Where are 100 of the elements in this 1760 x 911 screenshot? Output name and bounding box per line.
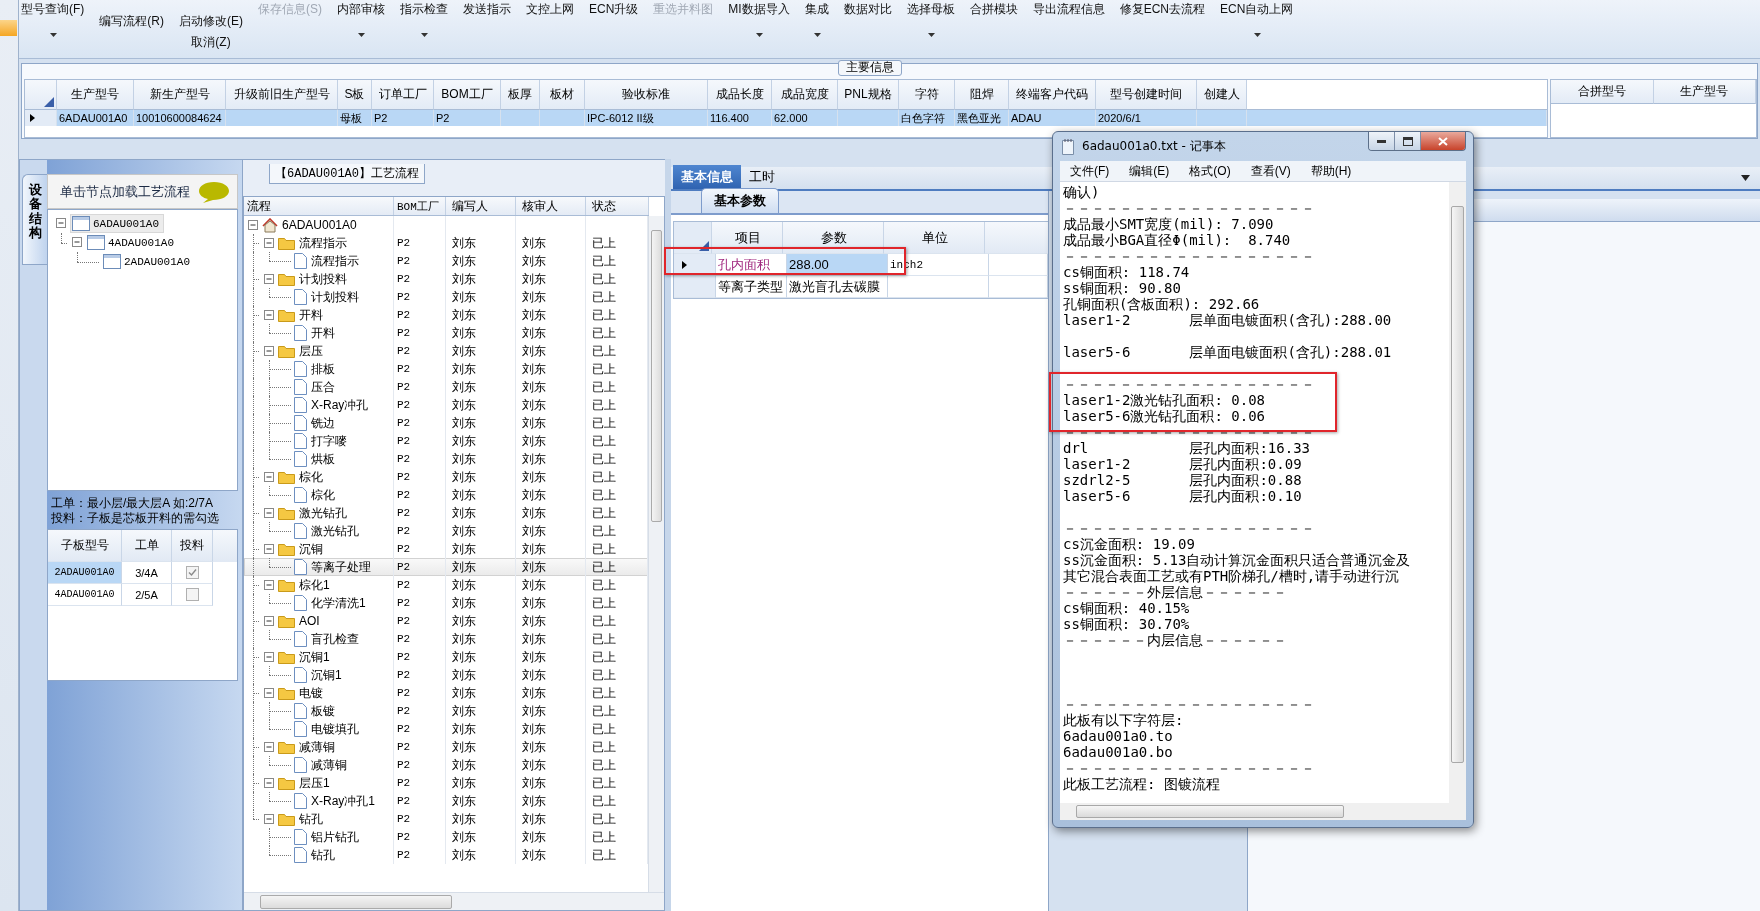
column-header[interactable]: 合拼型号 (1551, 80, 1654, 104)
tree-row[interactable]: 打字嘜 P2 刘东 刘东 已上 (244, 432, 648, 450)
column-header[interactable]: 编写人 (446, 197, 516, 215)
column-header[interactable]: BOM工厂 (394, 197, 446, 215)
tree-row[interactable]: 盲孔检查 P2 刘东 刘东 已上 (244, 630, 648, 648)
column-header[interactable]: 成品长度 (708, 80, 772, 110)
tree-row[interactable]: 电镀填孔 P2 刘东 刘东 已上 (244, 720, 648, 738)
tree-row[interactable]: 开料 P2 刘东 刘东 已上 (244, 324, 648, 342)
collapse-toggle[interactable] (264, 813, 275, 825)
tree-node[interactable]: 4ADAU001A0 (86, 234, 178, 251)
collapse-toggle[interactable] (264, 345, 275, 357)
splitter-handle[interactable] (665, 159, 671, 911)
column-header[interactable]: 项目 (712, 222, 783, 254)
tree-row[interactable]: 棕化 P2 刘东 刘东 已上 (244, 486, 648, 504)
tree-row[interactable]: 层压1 P2 刘东 刘东 已上 (244, 774, 648, 792)
horizontal-scrollbar[interactable] (1060, 803, 1466, 820)
menu-item[interactable]: 编辑(E) (1129, 162, 1170, 180)
column-header[interactable]: 生产型号 (57, 80, 134, 110)
collapse-toggle[interactable] (264, 471, 275, 483)
checkbox[interactable] (185, 588, 199, 601)
tree-node[interactable]: 2ADAU001A0 (102, 253, 194, 270)
menu-item[interactable]: 文件(F) (1070, 162, 1110, 180)
column-header[interactable]: 型号创建时间 (1096, 80, 1197, 110)
table-cell[interactable]: 2ADAU001A0 (48, 562, 122, 584)
tree-row[interactable]: 计划投料 P2 刘东 刘东 已上 (244, 288, 648, 306)
vertical-scrollbar[interactable] (648, 216, 664, 892)
vertical-scrollbar[interactable] (1449, 182, 1466, 803)
tree-row[interactable]: 计划投料 P2 刘东 刘东 已上 (244, 270, 648, 288)
toolbar-button[interactable]: 数据对比 (843, 0, 892, 58)
tree-row[interactable]: 压合 P2 刘东 刘东 已上 (244, 378, 648, 396)
collapse-toggle[interactable] (264, 615, 275, 627)
tree-row[interactable]: 减薄铜 P2 刘东 刘东 已上 (244, 738, 648, 756)
collapse-toggle[interactable] (264, 237, 275, 249)
collapse-toggle[interactable] (264, 579, 275, 591)
column-header[interactable]: 生产型号 (1653, 80, 1756, 104)
minimize-button[interactable] (1369, 132, 1395, 150)
collapse-toggle[interactable] (264, 309, 275, 321)
tree-row[interactable]: 棕化 P2 刘东 刘东 已上 (244, 468, 648, 486)
tree-row[interactable]: 化学清洗1 P2 刘东 刘东 已上 (244, 594, 648, 612)
collapse-toggle[interactable] (264, 687, 275, 699)
column-header[interactable]: 阻焊 (955, 80, 1009, 110)
toolbar-button[interactable]: 集成 (804, 0, 829, 58)
toolbar-button[interactable]: 发送指示 (463, 0, 511, 58)
collapse-toggle[interactable] (72, 237, 83, 248)
table-cell[interactable]: 4ADAU001A0 (48, 584, 122, 606)
column-header[interactable]: 板厚 (501, 80, 540, 110)
tree-row[interactable]: 沉铜1 P2 刘东 刘东 已上 (244, 666, 648, 684)
toolbar-button[interactable]: 文控上网 (526, 0, 574, 58)
column-header[interactable]: 终端客户代码 (1009, 80, 1096, 110)
tree-row[interactable]: 排板 P2 刘东 刘东 已上 (244, 360, 648, 378)
column-header[interactable]: 板材 (540, 80, 585, 110)
collapse-toggle[interactable] (264, 507, 275, 519)
tree-row[interactable]: 沉铜1 P2 刘东 刘东 已上 (244, 648, 648, 666)
column-header[interactable]: 新生产型号 (134, 80, 226, 110)
column-header[interactable]: 核审人 (516, 197, 586, 215)
tree-row[interactable]: 板镀 P2 刘东 刘东 已上 (244, 702, 648, 720)
column-header[interactable]: BOM工厂 (434, 80, 501, 110)
tree-row[interactable]: 开料 P2 刘东 刘东 已上 (244, 306, 648, 324)
collapse-toggle[interactable] (264, 543, 275, 555)
column-header[interactable]: 工单 (122, 530, 172, 562)
toolbar-button[interactable]: 修复ECN去流程 (1119, 0, 1206, 58)
column-header[interactable]: 升级前旧生产型号 (226, 80, 338, 110)
toolbar-button[interactable]: 指示检查 (400, 0, 448, 58)
tree-row[interactable]: 层压 P2 刘东 刘东 已上 (244, 342, 648, 360)
tree-row[interactable]: 棕化1 P2 刘东 刘东 已上 (244, 576, 648, 594)
dropdown-arrow-icon[interactable] (1741, 175, 1750, 181)
tree-row[interactable]: X-Ray冲孔1 P2 刘东 刘东 已上 (244, 792, 648, 810)
toolbar-button[interactable]: 内部审核 (337, 0, 385, 58)
column-header[interactable]: 验收标准 (585, 80, 708, 110)
tree-row[interactable]: 流程指示 P2 刘东 刘东 已上 (244, 234, 648, 252)
tree-row[interactable]: 激光钻孔 P2 刘东 刘东 已上 (244, 504, 648, 522)
column-header[interactable]: PNL规格 (838, 80, 899, 110)
column-header[interactable]: 状态 (586, 197, 649, 215)
tab[interactable]: 基本参数 (701, 188, 779, 213)
tree-row[interactable]: 钻孔 P2 刘东 刘东 已上 (244, 810, 648, 828)
tree-row[interactable]: 等离子处理 P2 刘东 刘东 已上 (244, 558, 648, 576)
vertical-tab[interactable]: 设备结构 (22, 174, 47, 266)
toolbar-button[interactable]: 合拼模块 (969, 0, 1018, 58)
column-header[interactable]: S板 (338, 80, 372, 110)
toolbar-button[interactable]: ECN升级 (589, 0, 639, 58)
tree-row[interactable]: X-Ray冲孔 P2 刘东 刘东 已上 (244, 396, 648, 414)
column-header[interactable]: 成品宽度 (772, 80, 838, 110)
table-row[interactable]: 6ADAU001A0 10010600084624 母板 P2 P2 IPC-6012 II级 116.400 62.000 白色字符 黑色亚光 ADAU 2020/6/1 (25, 110, 1547, 126)
tree-row[interactable]: 6ADAU001A0 (244, 216, 648, 234)
column-header[interactable]: 订单工厂 (372, 80, 434, 110)
collapse-toggle[interactable] (264, 273, 275, 285)
tree-row[interactable]: 减薄铜 P2 刘东 刘东 已上 (244, 756, 648, 774)
tree-row[interactable]: 电镀 P2 刘东 刘东 已上 (244, 684, 648, 702)
collapse-toggle[interactable] (264, 741, 275, 753)
collapse-toggle[interactable] (264, 777, 275, 789)
tree-row[interactable]: AOI P2 刘东 刘东 已上 (244, 612, 648, 630)
checkbox[interactable] (185, 566, 199, 579)
toolbar-button[interactable]: 编写流程(R) (99, 0, 164, 58)
tree-node[interactable]: 6ADAU001A0 (70, 214, 164, 233)
collapse-toggle[interactable] (264, 651, 275, 663)
menu-item[interactable]: 格式(O) (1189, 162, 1231, 180)
tab[interactable]: 工时 (741, 165, 783, 189)
toolbar-button[interactable]: 启动修改(E) 取消(Z) (179, 0, 243, 58)
menu-item[interactable]: 查看(V) (1250, 162, 1291, 180)
toolbar-button[interactable]: 导出流程信息 (1032, 0, 1105, 58)
